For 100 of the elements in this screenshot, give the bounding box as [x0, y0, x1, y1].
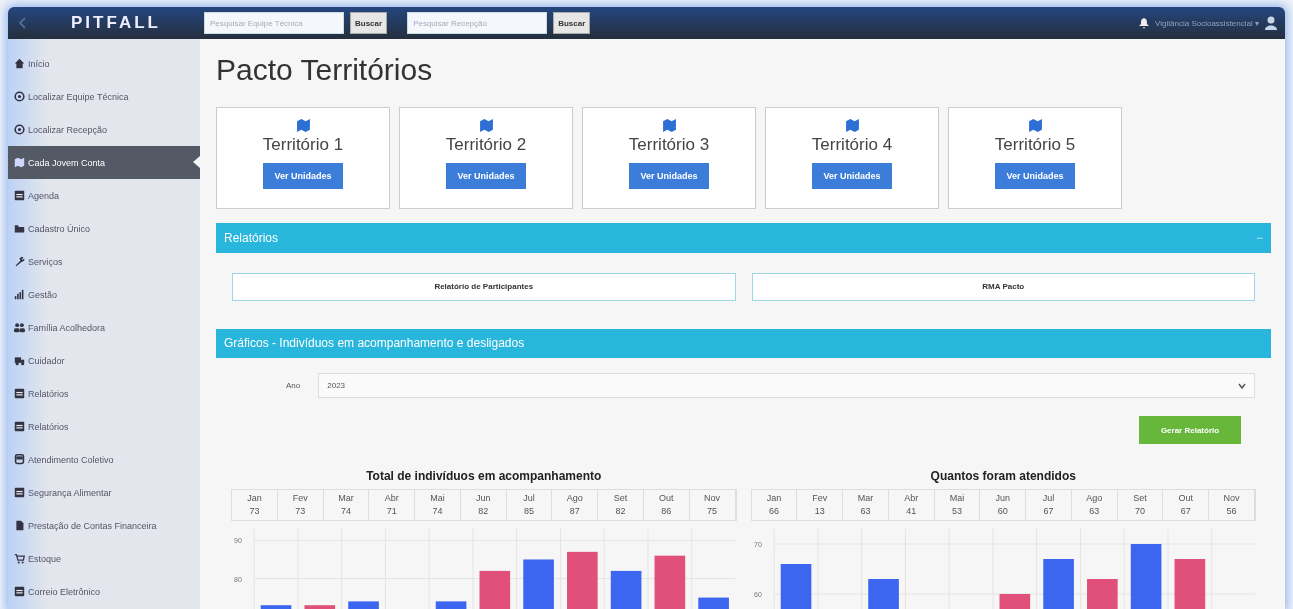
sidebar-item[interactable]: Início — [8, 47, 200, 80]
bar — [435, 601, 467, 609]
sidebar-item[interactable]: Gestão — [8, 278, 200, 311]
sidebar-item-label: Início — [28, 58, 50, 69]
sidebar-item-label: Relatórios — [28, 388, 69, 399]
bar — [260, 605, 292, 609]
sidebar-item[interactable]: Cada Jovem Conta — [8, 146, 200, 179]
sidebar-item[interactable]: Serviços — [8, 245, 200, 278]
bar — [999, 594, 1030, 609]
folder-icon — [14, 223, 25, 234]
report-button[interactable]: RMA Pacto — [751, 272, 1255, 301]
user-icon[interactable] — [1265, 16, 1277, 30]
sidebar-item-label: Correio Eletrônico — [28, 586, 101, 597]
map-icon — [478, 118, 494, 133]
table-cell: Fev 13 — [797, 490, 844, 520]
table-cell: Jan 73 — [232, 490, 278, 520]
territory-name: Território 5 — [994, 135, 1076, 155]
sidebar-item[interactable]: Localizar Equipe Técnica — [8, 80, 200, 113]
table-cell: Jan 66 — [751, 490, 798, 520]
sidebar-item[interactable]: Agenda — [8, 179, 200, 212]
table-cell: Set 82 — [598, 490, 644, 520]
bar — [567, 551, 598, 609]
user-menu[interactable]: Vigilância Socioassistencial ▾ — [1155, 18, 1259, 28]
bar — [1130, 544, 1161, 609]
table-cell: Abr 41 — [888, 490, 935, 520]
map-icon — [844, 118, 860, 133]
table-cell: Mai 53 — [934, 490, 981, 520]
sidebar-item-label: Estoque — [28, 553, 62, 564]
list-icon — [14, 586, 25, 597]
list-icon — [14, 421, 25, 432]
panel-title: Gráficos - Indivíduos em acompanhamento e desligados — [224, 336, 525, 351]
sidebar-item-label: Cadastro Único — [28, 223, 91, 234]
sidebar-item[interactable]: Cadastro Único — [8, 212, 200, 245]
logo[interactable]: PITFALL — [36, 13, 196, 33]
table-cell: Nov 56 — [1209, 490, 1255, 520]
bar — [780, 564, 811, 609]
view-units-button[interactable]: Ver Unidades — [995, 163, 1075, 189]
bar — [348, 601, 379, 609]
sidebar-item[interactable]: Estoque — [8, 542, 200, 575]
sidebar-item[interactable]: Relatórios — [8, 377, 200, 410]
bus-icon — [14, 454, 25, 465]
view-units-button[interactable]: Ver Unidades — [812, 163, 892, 189]
page-title: Pacto Territórios — [216, 53, 434, 87]
truck-icon — [14, 355, 25, 366]
cart-icon — [14, 553, 25, 564]
search-field[interactable]: Pesquisar Recepção — [407, 12, 548, 34]
table-cell: Mar 74 — [323, 490, 370, 520]
sidebar-item[interactable]: Atendimento Coletivo — [8, 443, 200, 476]
sidebar-item-label: Localizar Equipe Técnica — [28, 91, 129, 102]
users-icon — [14, 322, 25, 333]
bar — [1042, 559, 1074, 609]
year-label: Ano — [286, 381, 301, 391]
map-icon — [14, 157, 25, 168]
chevron-down-icon — [1238, 381, 1246, 390]
bar — [479, 570, 511, 609]
sidebar-item[interactable]: Cuidador — [8, 344, 200, 377]
view-units-button[interactable]: Ver Unidades — [629, 163, 709, 189]
sidebar-item[interactable]: Relatórios — [8, 410, 200, 443]
chart-title: Quantos foram atendidos — [930, 469, 1076, 483]
bar-chart-icon — [14, 289, 25, 300]
bar — [1174, 559, 1205, 609]
territory-name: Território 3 — [628, 135, 710, 155]
table-cell: Abr 71 — [369, 490, 416, 520]
search-button[interactable]: Buscar — [350, 12, 388, 34]
table-cell: Jun 82 — [460, 490, 507, 520]
list-icon — [14, 487, 25, 498]
sidebar-item-label: Cada Jovem Conta — [28, 157, 106, 168]
view-units-button[interactable]: Ver Unidades — [446, 163, 526, 189]
year-select[interactable]: 2023 — [318, 373, 1255, 399]
table-cell: Mai 74 — [415, 490, 461, 520]
sidebar-item[interactable]: Segurança Alimentar — [8, 476, 200, 509]
territory-name: Território 1 — [262, 135, 344, 155]
sidebar-item-label: Família Acolhedora — [28, 322, 106, 333]
table-cell: Nov 75 — [689, 490, 736, 520]
selection-notch — [193, 156, 200, 168]
search-button[interactable]: Buscar — [553, 12, 591, 34]
table-cell: Set 70 — [1117, 490, 1164, 520]
sidebar-item[interactable]: Prestação de Contas Financeira — [8, 509, 200, 542]
sidebar-item-label: Atendimento Coletivo — [28, 454, 114, 465]
sidebar-item[interactable]: Família Acolhedora — [8, 311, 200, 344]
table-cell: Out 67 — [1163, 490, 1210, 520]
target-icon — [14, 124, 25, 135]
sidebar-item-label: Localizar Recepção — [28, 124, 108, 135]
territory-name: Território 2 — [445, 135, 527, 155]
sidebar-item[interactable]: Localizar Recepção — [8, 113, 200, 146]
table-cell: Jul 85 — [506, 490, 553, 520]
table-cell: Out 86 — [643, 490, 690, 520]
view-units-button[interactable]: Ver Unidades — [263, 163, 343, 189]
report-button[interactable]: Relatório de Participantes — [232, 272, 736, 301]
bar — [867, 579, 899, 609]
sidebar-item[interactable]: Correio Eletrônico — [8, 575, 200, 608]
sidebar-item-label: Serviços — [28, 256, 63, 267]
chart-title: Total de indivíduos em acompanhamento — [366, 469, 602, 483]
territory-name: Território 4 — [811, 135, 893, 155]
map-icon — [295, 118, 311, 133]
table-cell: Ago 63 — [1071, 490, 1118, 520]
table-cell: Jul 67 — [1026, 490, 1072, 520]
search-field[interactable]: Pesquisar Equipe Técnica — [204, 12, 344, 34]
sidebar-item-label: Segurança Alimentar — [28, 487, 112, 498]
bell-icon[interactable] — [1139, 17, 1150, 29]
